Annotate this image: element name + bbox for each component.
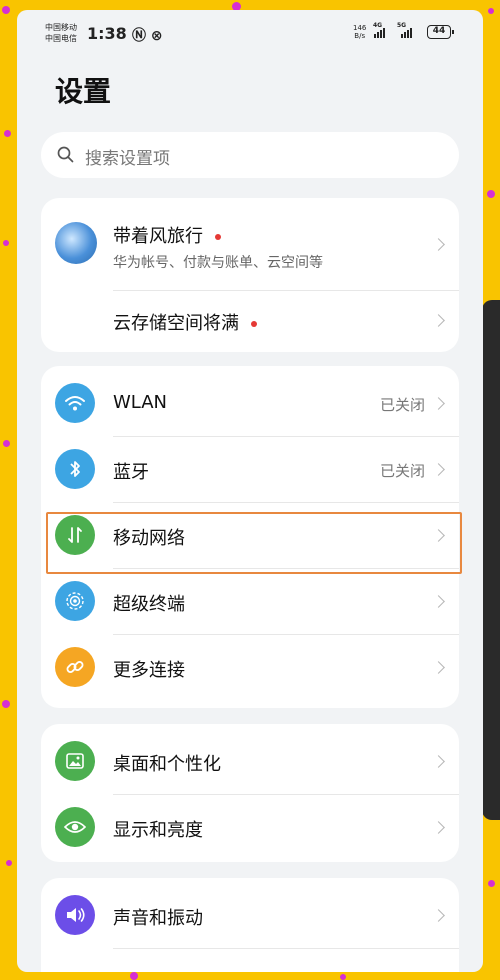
chevron-right-icon [432, 463, 445, 476]
chevron-right-icon [432, 755, 445, 768]
cloud-storage-row[interactable]: 云存储空间将满 [41, 290, 459, 352]
account-name: 带着风旅行 [113, 222, 221, 248]
account-card: 带着风旅行 华为帐号、付款与账单、云空间等 云存储空间将满 [41, 198, 459, 352]
carrier-1: 中国移动 [45, 23, 77, 32]
page-title: 设置 [55, 75, 112, 108]
status-time: 1:38 [87, 24, 127, 43]
chevron-right-icon [432, 314, 445, 327]
super-device-label: 超级终端 [113, 594, 185, 615]
super-device-icon [55, 581, 95, 621]
wlan-label: WLAN [113, 392, 168, 413]
carrier-info: 中国移动 中国电信 [45, 22, 77, 44]
search-input[interactable]: 搜索设置项 [41, 132, 459, 178]
bluetooth-status: 已关闭 [379, 462, 425, 480]
status-notification-icons: Ⓝ ⊗ [132, 25, 163, 45]
phone-screen: 中国移动 中国电信 1:38 Ⓝ ⊗ 146 B/s 4G 5G 44 设置 搜… [17, 10, 483, 972]
search-icon [57, 146, 74, 163]
wallpaper-icon [55, 741, 95, 781]
account-row[interactable]: 带着风旅行 华为帐号、付款与账单、云空间等 [41, 198, 459, 290]
net-speed-value: 146 [353, 24, 367, 32]
carrier-2: 中国电信 [45, 34, 77, 43]
chevron-right-icon [432, 909, 445, 922]
wlan-status: 已关闭 [379, 396, 425, 414]
signal-1-icon [374, 26, 385, 38]
nfc-icon: Ⓝ [132, 28, 146, 44]
chevron-right-icon [432, 661, 445, 674]
divider [113, 948, 459, 949]
chevron-right-icon [432, 595, 445, 608]
network-speed: 146 B/s [353, 24, 366, 40]
home-screen-label: 桌面和个性化 [113, 754, 221, 775]
search-placeholder: 搜索设置项 [85, 149, 170, 169]
settings-item-sound-vibration[interactable]: 声音和振动 [41, 882, 459, 948]
account-subtitle: 华为帐号、付款与账单、云空间等 [113, 255, 323, 271]
mobile-network-icon [55, 515, 95, 555]
background-photo [482, 300, 500, 820]
sound-vibration-label: 声音和振动 [113, 908, 203, 929]
sound-card: 声音和振动 [41, 878, 459, 972]
settings-item-super-device[interactable]: 超级终端 [41, 568, 459, 634]
net-speed-unit: B/s [354, 32, 366, 40]
notification-dot [215, 234, 221, 240]
mobile-network-label: 移动网络 [113, 528, 185, 549]
settings-item-more-connections[interactable]: 更多连接 [41, 634, 459, 700]
wifi-icon [55, 383, 95, 423]
display-brightness-label: 显示和亮度 [113, 820, 203, 841]
display-card: 桌面和个性化 显示和亮度 [41, 724, 459, 862]
settings-item-mobile-network[interactable]: 移动网络 [41, 502, 459, 568]
do-not-disturb-icon: ⊗ [150, 28, 163, 44]
signal-2-icon [401, 26, 412, 38]
eye-icon [55, 807, 95, 847]
settings-item-home-screen[interactable]: 桌面和个性化 [41, 728, 459, 794]
settings-item-bluetooth[interactable]: 蓝牙 已关闭 [41, 436, 459, 502]
connectivity-card: WLAN 已关闭 蓝牙 已关闭 移动网络 超级终端 更多连接 [41, 366, 459, 708]
settings-item-wlan[interactable]: WLAN 已关闭 [41, 370, 459, 436]
chevron-right-icon [432, 529, 445, 542]
bluetooth-icon [55, 449, 95, 489]
battery-icon: 44 [427, 25, 454, 39]
more-connections-label: 更多连接 [113, 660, 185, 681]
chevron-right-icon [432, 238, 445, 251]
link-icon [55, 647, 95, 687]
cloud-storage-label: 云存储空间将满 [113, 309, 257, 335]
chevron-right-icon [432, 821, 445, 834]
status-bar: 中国移动 中国电信 1:38 Ⓝ ⊗ 146 B/s 4G 5G 44 [17, 10, 483, 54]
avatar [55, 222, 97, 264]
bluetooth-label: 蓝牙 [113, 462, 149, 483]
speaker-icon [55, 895, 95, 935]
settings-item-display-brightness[interactable]: 显示和亮度 [41, 794, 459, 860]
chevron-right-icon [432, 397, 445, 410]
notification-dot [251, 321, 257, 327]
